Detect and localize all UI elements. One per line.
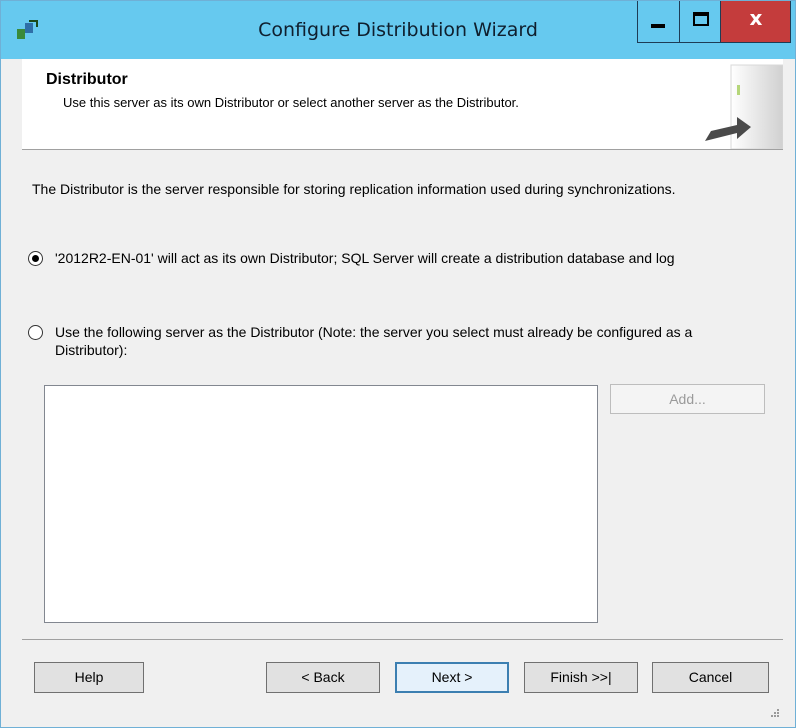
wizard-content: The Distributor is the server responsibl… [22, 150, 783, 623]
resize-grip-icon[interactable] [769, 707, 779, 717]
next-button[interactable]: Next > [395, 662, 509, 693]
help-button[interactable]: Help [34, 662, 144, 693]
minimize-button[interactable] [637, 1, 679, 43]
maximize-icon [693, 12, 709, 26]
wizard-header: Distributor Use this server as its own D… [22, 59, 783, 150]
server-arrow-graphic [705, 64, 783, 149]
cancel-button[interactable]: Cancel [652, 662, 769, 693]
distributor-server-list[interactable] [44, 385, 598, 623]
other-distributor-radio[interactable] [28, 325, 43, 340]
title-bar[interactable]: Configure Distribution Wizard x [1, 1, 795, 59]
footer-divider [22, 639, 783, 640]
page-subtitle: Use this server as its own Distributor o… [63, 95, 519, 110]
other-distributor-label[interactable]: Use the following server as the Distribu… [55, 323, 755, 359]
close-icon: x [749, 6, 763, 30]
description-text: The Distributor is the server responsibl… [32, 181, 676, 197]
own-distributor-radio[interactable] [28, 251, 43, 266]
maximize-button[interactable] [679, 1, 721, 43]
page-title: Distributor [46, 71, 128, 88]
finish-button[interactable]: Finish >>| [524, 662, 638, 693]
minimize-icon [651, 24, 665, 28]
wizard-window: Configure Distribution Wizard x Distribu… [0, 0, 796, 728]
close-button[interactable]: x [721, 1, 791, 43]
back-button[interactable]: < Back [266, 662, 380, 693]
own-distributor-label[interactable]: '2012R2-EN-01' will act as its own Distr… [55, 249, 755, 267]
wizard-footer: Help < Back Next > Finish >>| Cancel [22, 619, 783, 721]
add-server-button[interactable]: Add... [610, 384, 765, 414]
